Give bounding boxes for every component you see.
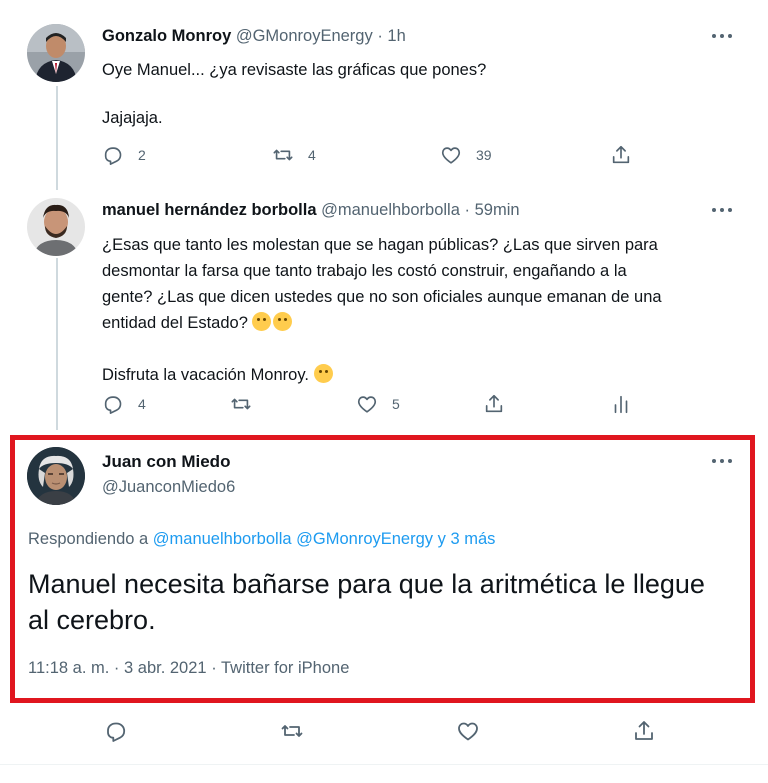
rofl-emoji-icon — [252, 312, 272, 331]
retweet-count: 4 — [308, 147, 316, 163]
rofl-emoji-icon — [273, 312, 293, 331]
like-button[interactable]: 39 — [440, 144, 492, 166]
retweet-icon — [273, 149, 293, 161]
tweet-header: manuel hernández borbolla @manuelhborbol… — [102, 201, 520, 220]
tweet[interactable]: manuel hernández borbolla @manuelhborbol… — [0, 190, 768, 430]
share-icon — [612, 145, 630, 164]
tweet-text-segment: Disfruta la vacación Monroy. — [102, 366, 309, 384]
reply-button[interactable] — [104, 719, 128, 743]
tweet-actions: 4 5 — [0, 393, 768, 417]
tweet-text-line: desmontar la farsa que tanto trabajo les… — [102, 262, 627, 280]
retweet-icon — [231, 398, 251, 410]
reply-button[interactable]: 4 — [102, 393, 146, 415]
tweet-text-segment: entidad del Estado? — [102, 314, 248, 332]
tweet-text-line: Disfruta la vacación Monroy. — [102, 362, 742, 388]
display-name[interactable]: manuel hernández borbolla — [102, 201, 317, 219]
like-icon — [357, 396, 377, 413]
tweet-thread: Gonzalo Monroy @GMonroyEnergy · 1h Oye M… — [0, 0, 768, 783]
display-name[interactable]: Gonzalo Monroy — [102, 27, 231, 45]
retweet-button[interactable] — [230, 393, 252, 415]
like-count: 39 — [476, 147, 492, 163]
like-count: 5 — [392, 396, 400, 412]
like-icon — [458, 722, 478, 741]
tweet[interactable]: Gonzalo Monroy @GMonroyEnergy · 1h Oye M… — [0, 0, 768, 190]
analytics-icon — [614, 395, 628, 414]
share-icon — [485, 394, 503, 413]
tweet-text-line: entidad del Estado? — [102, 310, 742, 336]
tweet-text-line: gente? ¿Las que dicen ustedes que no son… — [102, 288, 662, 306]
more-icon[interactable] — [712, 207, 732, 213]
more-icon[interactable] — [712, 33, 732, 39]
tweet-header: Gonzalo Monroy @GMonroyEnergy · 1h — [102, 27, 406, 46]
separator-dot: · — [464, 201, 471, 219]
tweet-text: ¿Esas que tanto les molestan que se haga… — [102, 232, 742, 388]
like-button[interactable]: 5 — [356, 393, 400, 415]
reply-count: 4 — [138, 396, 146, 412]
retweet-button[interactable]: 4 — [272, 144, 316, 166]
reply-count: 2 — [138, 147, 146, 163]
share-icon — [635, 721, 653, 740]
tweet-time[interactable]: 59min — [475, 201, 520, 219]
share-button[interactable] — [632, 719, 656, 743]
highlight-box — [10, 435, 755, 703]
tweet-text: Oye Manuel... ¿ya revisaste las gráficas… — [102, 61, 487, 127]
avatar[interactable] — [27, 198, 85, 256]
share-button[interactable] — [610, 144, 632, 166]
separator-dot: · — [377, 27, 383, 45]
wink-emoji-icon — [313, 364, 333, 383]
avatar[interactable] — [27, 24, 85, 82]
reply-icon — [104, 147, 122, 165]
reply-button[interactable]: 2 — [102, 144, 146, 166]
share-button[interactable] — [483, 393, 505, 415]
tweet-time[interactable]: 1h — [387, 27, 405, 45]
reply-icon — [104, 396, 122, 414]
tweet-actions: 2 4 39 — [0, 144, 768, 168]
reply-icon — [107, 722, 126, 742]
divider — [0, 764, 768, 765]
like-button[interactable] — [456, 719, 480, 743]
retweet-button[interactable] — [280, 719, 304, 743]
analytics-button[interactable] — [610, 393, 632, 415]
like-icon — [441, 147, 461, 164]
tweet-text-line: ¿Esas que tanto les molestan que se haga… — [102, 236, 658, 254]
user-handle[interactable]: @GMonroyEnergy — [236, 27, 373, 45]
user-handle[interactable]: @manuelhborbolla — [321, 201, 460, 219]
retweet-icon — [281, 725, 303, 737]
main-tweet-actions — [0, 715, 768, 751]
